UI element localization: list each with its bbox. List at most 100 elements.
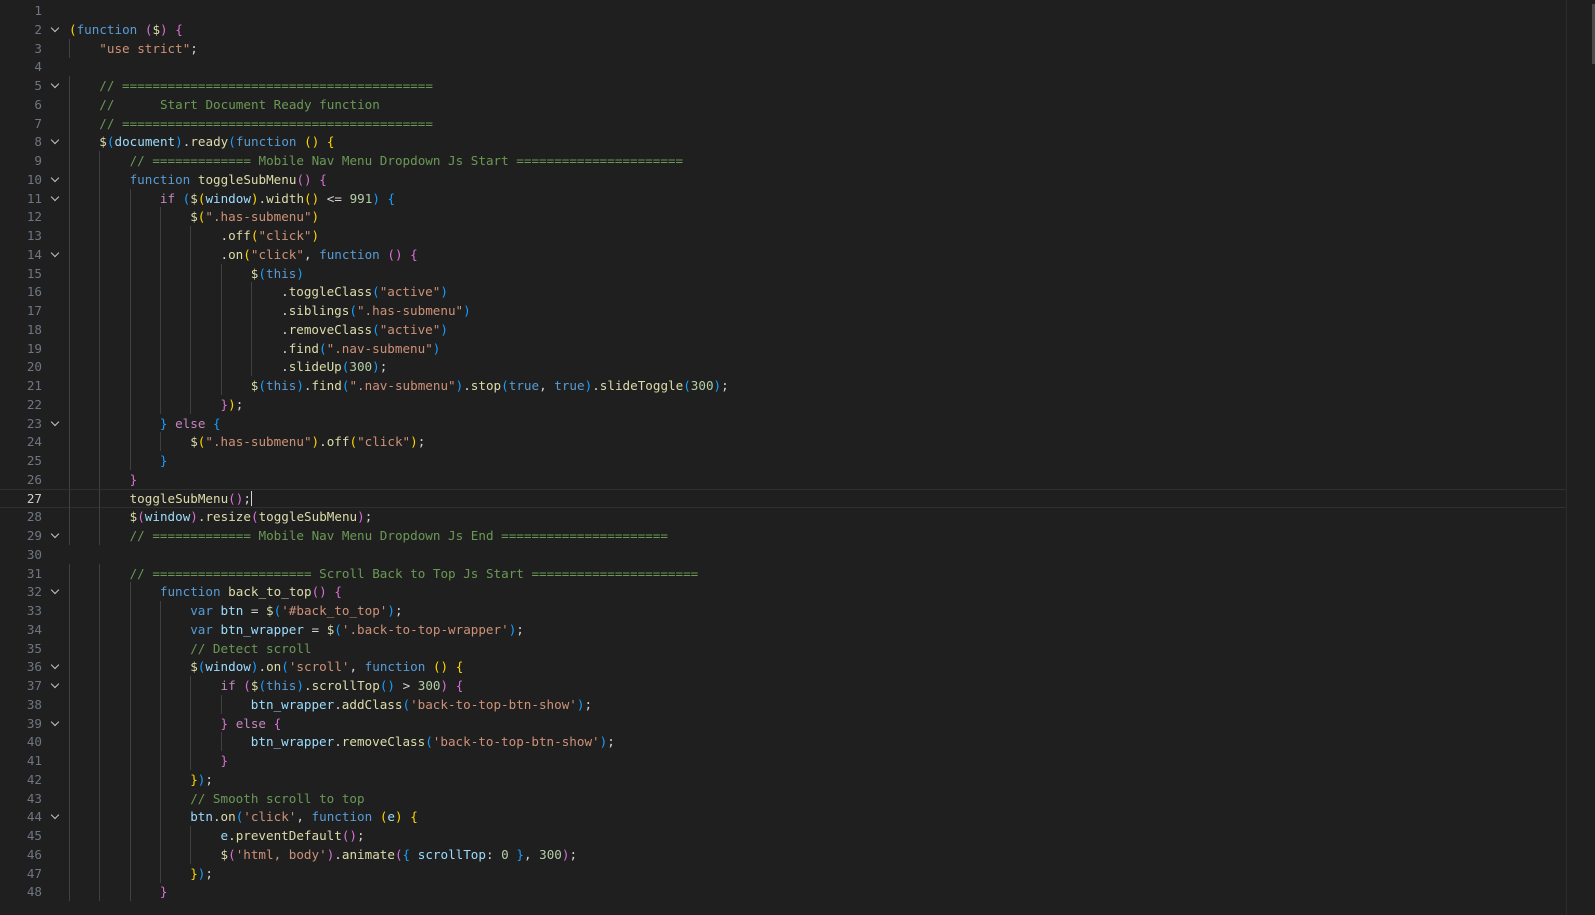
code-text[interactable]: .removeClass("active"): [281, 320, 448, 339]
code-text[interactable]: // ============= Mobile Nav Menu Dropdow…: [130, 526, 668, 545]
code-text[interactable]: btn.on('click', function (e) {: [190, 807, 418, 826]
code-text[interactable]: btn_wrapper.addClass('back-to-top-btn-sh…: [251, 695, 592, 714]
fold-chevron-icon[interactable]: [49, 245, 63, 264]
code-text[interactable]: $('html, body').animate({ scrollTop: 0 }…: [221, 845, 578, 864]
code-line[interactable]: 3 "use strict";: [0, 38, 1567, 58]
code-text[interactable]: var btn_wrapper = $('.back-to-top-wrappe…: [190, 620, 524, 639]
code-line[interactable]: 18 .removeClass("active"): [0, 319, 1567, 339]
code-line[interactable]: 31 // ===================== Scroll Back t…: [0, 563, 1567, 583]
code-text[interactable]: } else {: [160, 414, 221, 433]
code-line[interactable]: 45 e.preventDefault();: [0, 826, 1567, 845]
code-line[interactable]: 36 $(window).on('scroll', function () {: [0, 657, 1567, 677]
fold-chevron-icon[interactable]: [49, 657, 63, 676]
code-text[interactable]: $(document).ready(function () {: [99, 132, 334, 151]
vertical-scrollbar[interactable]: [1566, 0, 1595, 915]
code-line[interactable]: 41}: [0, 751, 1567, 770]
code-text[interactable]: toggleSubMenu();: [130, 490, 252, 507]
fold-chevron-icon[interactable]: [49, 132, 63, 151]
code-line[interactable]: 5 // ====================================…: [0, 76, 1567, 95]
fold-chevron-icon[interactable]: [49, 414, 63, 433]
code-line[interactable]: 14 .on("click", function () {: [0, 244, 1567, 264]
code-line[interactable]: 6 // Start Document Ready function: [0, 94, 1567, 114]
fold-chevron-icon[interactable]: [49, 676, 63, 695]
code-text[interactable]: .siblings(".has-submenu"): [281, 301, 471, 320]
code-line[interactable]: 19 .find(".nav-submenu"): [0, 338, 1567, 358]
code-text[interactable]: e.preventDefault();: [221, 826, 365, 845]
code-text[interactable]: $(window).on('scroll', function () {: [190, 657, 463, 676]
code-line[interactable]: 10 function toggleSubMenu() {: [0, 169, 1567, 189]
code-text[interactable]: // Smooth scroll to top: [190, 789, 364, 808]
code-line[interactable]: 1: [0, 1, 1567, 20]
code-text[interactable]: function toggleSubMenu() {: [130, 170, 327, 189]
code-text[interactable]: if ($(this).scrollTop() > 300) {: [221, 676, 464, 695]
code-line[interactable]: 9 // ============= Mobile Nav Menu Dropdo…: [0, 151, 1567, 170]
code-text[interactable]: (function ($) {: [69, 20, 183, 39]
code-line[interactable]: 25}: [0, 451, 1567, 470]
code-text[interactable]: // Start Document Ready function: [99, 95, 380, 114]
code-line[interactable]: 21 $(this).find(".nav-submenu").stop(true…: [0, 376, 1567, 395]
code-text[interactable]: }: [221, 751, 229, 770]
code-text[interactable]: });: [221, 395, 244, 414]
code-line[interactable]: 28 $(window).resize(toggleSubMenu);: [0, 507, 1567, 527]
fold-chevron-icon[interactable]: [49, 526, 63, 545]
code-text[interactable]: });: [190, 770, 213, 789]
code-text[interactable]: $(".has-submenu").off("click");: [190, 432, 425, 451]
code-text[interactable]: } else {: [221, 714, 282, 733]
fold-chevron-icon[interactable]: [49, 807, 63, 826]
code-line[interactable]: 8 $(document).ready(function () {: [0, 132, 1567, 152]
code-line[interactable]: 26}: [0, 469, 1567, 489]
code-text[interactable]: function back_to_top() {: [160, 582, 342, 601]
code-line[interactable]: 17 .siblings(".has-submenu"): [0, 301, 1567, 320]
fold-chevron-icon[interactable]: [49, 76, 63, 95]
code-text[interactable]: // ===================== Scroll Back to …: [130, 564, 699, 583]
code-text[interactable]: .on("click", function () {: [221, 245, 418, 264]
code-text[interactable]: var btn = $('#back_to_top');: [190, 601, 402, 620]
code-text[interactable]: .off("click"): [221, 226, 320, 245]
code-line[interactable]: 35 // Detect scroll: [0, 638, 1567, 658]
code-line[interactable]: 42});: [0, 769, 1567, 789]
code-line[interactable]: 23} else {: [0, 413, 1567, 433]
code-text[interactable]: $(".has-submenu"): [190, 207, 319, 226]
code-line[interactable]: 43 // Smooth scroll to top: [0, 788, 1567, 808]
code-text[interactable]: // ============= Mobile Nav Menu Dropdow…: [130, 151, 684, 170]
code-text[interactable]: "use strict";: [99, 39, 198, 58]
code-line[interactable]: 48}: [0, 882, 1567, 902]
code-text[interactable]: btn_wrapper.removeClass('back-to-top-btn…: [251, 732, 615, 751]
code-line[interactable]: 11 if ($(window).width() <= 991) {: [0, 188, 1567, 208]
code-line[interactable]: 15 $(this): [0, 263, 1567, 283]
fold-chevron-icon[interactable]: [49, 170, 63, 189]
code-line[interactable]: 39} else {: [0, 713, 1567, 733]
fold-chevron-icon[interactable]: [49, 714, 63, 733]
fold-chevron-icon[interactable]: [49, 582, 63, 601]
code-line[interactable]: 13 .off("click"): [0, 226, 1567, 245]
code-line[interactable]: 7 // ====================================…: [0, 113, 1567, 133]
code-line[interactable]: 4: [0, 57, 1567, 76]
code-line[interactable]: 40 btn_wrapper.removeClass('back-to-top-b…: [0, 732, 1567, 752]
code-line[interactable]: 22});: [0, 394, 1567, 414]
code-line[interactable]: 32 function back_to_top() {: [0, 582, 1567, 602]
code-line[interactable]: 12 $(".has-submenu"): [0, 207, 1567, 227]
code-line[interactable]: 16 .toggleClass("active"): [0, 282, 1567, 302]
code-line[interactable]: 44 btn.on('click', function (e) {: [0, 807, 1567, 827]
code-line[interactable]: 46 $('html, body').animate({ scrollTop: 0…: [0, 844, 1567, 864]
code-line[interactable]: 29 // ============= Mobile Nav Menu Dropd…: [0, 526, 1567, 545]
code-text[interactable]: // Detect scroll: [190, 639, 311, 658]
code-text[interactable]: });: [190, 864, 213, 883]
code-text[interactable]: .find(".nav-submenu"): [281, 339, 440, 358]
code-line[interactable]: 34 var btn_wrapper = $('.back-to-top-wrap…: [0, 619, 1567, 639]
code-line[interactable]: 27 toggleSubMenu();: [0, 488, 1567, 509]
code-text[interactable]: }: [130, 470, 138, 489]
code-text[interactable]: .slideUp(300);: [281, 357, 387, 376]
code-text[interactable]: $(this): [251, 264, 304, 283]
code-line[interactable]: 47});: [0, 863, 1567, 883]
code-text[interactable]: // =====================================…: [99, 76, 433, 95]
code-line[interactable]: 33 var btn = $('#back_to_top');: [0, 601, 1567, 620]
code-line[interactable]: 38 btn_wrapper.addClass('back-to-top-btn-…: [0, 694, 1567, 714]
code-line[interactable]: 20 .slideUp(300);: [0, 357, 1567, 377]
code-line[interactable]: 37 if ($(this).scrollTop() > 300) {: [0, 676, 1567, 695]
code-text[interactable]: if ($(window).width() <= 991) {: [160, 189, 395, 208]
code-line[interactable]: 30: [0, 545, 1567, 564]
code-line[interactable]: 2 (function ($) {: [0, 20, 1567, 39]
code-text[interactable]: $(this).find(".nav-submenu").stop(true, …: [251, 376, 729, 395]
code-text[interactable]: $(window).resize(toggleSubMenu);: [130, 507, 373, 526]
